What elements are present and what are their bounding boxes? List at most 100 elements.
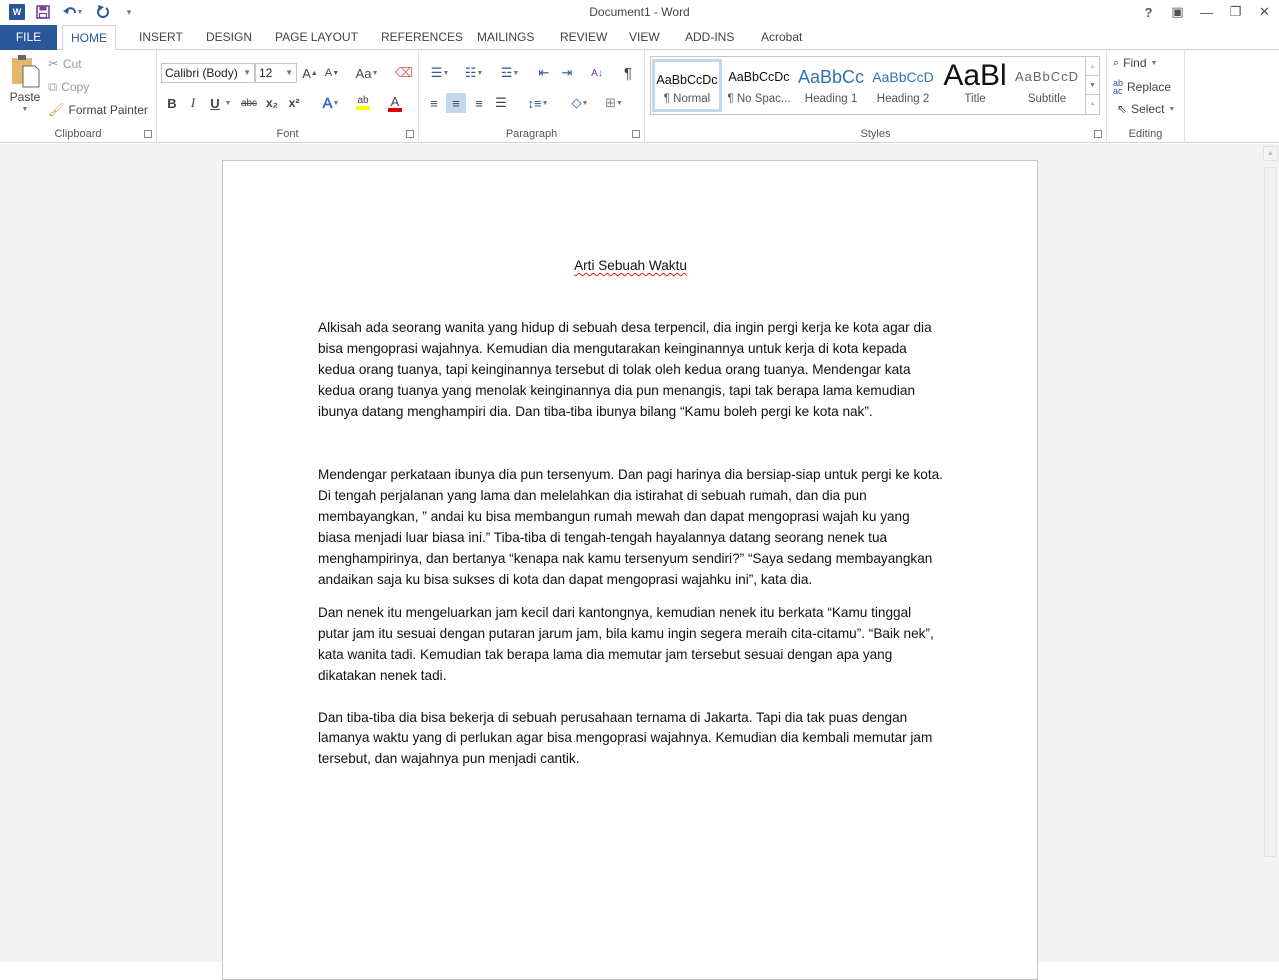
style-preview: AaBbCcDc: [728, 70, 790, 84]
bullets-button[interactable]: ☰ ▼: [425, 63, 455, 83]
style-preview: AaBl: [943, 59, 1007, 92]
close-icon[interactable]: ✕: [1250, 0, 1279, 24]
title-bar: W ▼ ▾ Document1 - Word ? ▣ — ❐ ✕: [0, 0, 1279, 25]
styles-group-label: Styles: [860, 128, 891, 140]
subscript-button[interactable]: x₂: [262, 93, 282, 113]
cursor-arrow-icon: ⇖: [1117, 102, 1128, 116]
clipboard-dialog-launcher-icon[interactable]: [144, 130, 152, 138]
numbering-button[interactable]: ☷ ▼: [459, 63, 489, 83]
italic-button[interactable]: I: [183, 93, 203, 113]
cut-button[interactable]: ✂ Cut: [48, 56, 82, 72]
font-size-dropdown-icon[interactable]: ▼: [285, 64, 293, 82]
paragraph-dialog-launcher-icon[interactable]: [632, 130, 640, 138]
tab-insert[interactable]: INSERT: [131, 25, 191, 50]
document-page[interactable]: Arti Sebuah Waktu Alkisah ada seorang wa…: [222, 160, 1038, 980]
select-dropdown-icon[interactable]: ▼: [1168, 106, 1175, 113]
font-name-dropdown-icon[interactable]: ▼: [243, 64, 251, 82]
style-title[interactable]: AaBl Title: [940, 59, 1010, 112]
font-name-combo[interactable]: Calibri (Body) ▼: [161, 63, 255, 83]
tab-view[interactable]: VIEW: [621, 25, 668, 50]
style-heading-2[interactable]: AaBbCcD Heading 2: [868, 59, 938, 112]
help-icon[interactable]: ?: [1134, 0, 1163, 24]
format-painter-button[interactable]: 🖌 Format Painter: [48, 102, 148, 118]
text-effects-button[interactable]: A ▼: [317, 93, 345, 113]
strikethrough-button[interactable]: abc: [239, 93, 259, 113]
paste-label: Paste: [9, 90, 41, 104]
gallery-scroll-up-icon[interactable]: ▲: [1086, 57, 1099, 76]
line-spacing-icon: ↕≡: [527, 95, 542, 111]
ribbon-display-options-icon[interactable]: ▣: [1163, 0, 1192, 24]
style-label: Subtitle: [1027, 93, 1067, 105]
gallery-scroll-down-icon[interactable]: ▼: [1086, 76, 1099, 95]
tab-mailings[interactable]: MAILINGS: [469, 25, 542, 50]
styles-gallery-scroll: ▲ ▼ ⩡: [1085, 57, 1099, 114]
gallery-more-icon[interactable]: ⩡: [1086, 95, 1099, 114]
justify-icon[interactable]: ☰: [491, 93, 511, 113]
align-left-icon[interactable]: ≡: [424, 93, 444, 113]
font-name-value: Calibri (Body): [165, 66, 238, 80]
shading-button[interactable]: ◇ ▼: [565, 93, 595, 113]
styles-dialog-launcher-icon[interactable]: [1094, 130, 1102, 138]
tab-acrobat[interactable]: Acrobat: [753, 25, 810, 50]
borders-icon: ⊞: [605, 95, 616, 110]
scrollbar-thumb[interactable]: [1264, 167, 1276, 857]
highlight-color-button[interactable]: ab: [349, 93, 377, 113]
sort-icon[interactable]: A↓: [587, 63, 607, 83]
select-button[interactable]: ⇖ Select ▼: [1117, 102, 1175, 116]
replace-icon: ab ac: [1113, 78, 1124, 96]
vertical-scrollbar[interactable]: ▲: [1262, 144, 1279, 962]
tab-design[interactable]: DESIGN: [198, 25, 260, 50]
paste-button[interactable]: Paste ▼: [6, 54, 44, 113]
increase-indent-icon[interactable]: ⇥: [557, 63, 577, 83]
clear-formatting-icon[interactable]: ⌫: [394, 63, 414, 83]
tab-home[interactable]: HOME: [62, 25, 116, 51]
replace-button[interactable]: ab ac Replace: [1113, 78, 1171, 96]
font-color-button[interactable]: A: [381, 93, 409, 113]
superscript-button[interactable]: x²: [284, 93, 304, 113]
tab-add-ins[interactable]: ADD-INS: [677, 25, 742, 50]
multilevel-list-button[interactable]: ☲ ▼: [495, 63, 525, 83]
decrease-indent-icon[interactable]: ⇤: [534, 63, 554, 83]
tab-references[interactable]: REFERENCES: [373, 25, 471, 50]
font-size-combo[interactable]: 12 ▼: [255, 63, 297, 83]
document-body[interactable]: Arti Sebuah Waktu Alkisah ada seorang wa…: [318, 256, 943, 770]
find-dropdown-icon[interactable]: ▼: [1151, 60, 1158, 67]
copy-button[interactable]: ⧉ Copy: [48, 79, 89, 95]
style-preview: AaBbCc: [797, 67, 865, 87]
shrink-font-icon[interactable]: A ▼: [322, 63, 342, 83]
restore-icon[interactable]: ❐: [1221, 0, 1250, 24]
style-no-spacing[interactable]: AaBbCcDc ¶ No Spac...: [724, 59, 794, 112]
line-spacing-button[interactable]: ↕≡ ▼: [523, 93, 553, 113]
show-paragraph-marks-icon[interactable]: ¶: [618, 63, 638, 83]
style-subtitle[interactable]: AaBbCcD Subtitle: [1012, 59, 1082, 112]
align-center-icon[interactable]: ≡: [446, 93, 466, 113]
bold-button[interactable]: B: [162, 93, 182, 113]
font-dialog-launcher-icon[interactable]: [406, 130, 414, 138]
paint-bucket-icon: ◇: [571, 95, 582, 110]
underline-button[interactable]: U: [205, 93, 225, 113]
grow-font-icon[interactable]: A ▲: [300, 63, 320, 83]
minimize-icon[interactable]: —: [1192, 0, 1221, 24]
find-button[interactable]: ⌕ Find ▼: [1113, 56, 1157, 70]
paste-dropdown-icon[interactable]: ▼: [22, 106, 29, 113]
borders-button[interactable]: ⊞ ▼: [599, 93, 629, 113]
scroll-up-icon[interactable]: ▲: [1263, 146, 1278, 161]
cut-label: Cut: [62, 57, 82, 71]
style-heading-1[interactable]: AaBbCc Heading 1: [796, 59, 866, 112]
underline-dropdown-icon[interactable]: ▼: [223, 93, 233, 113]
tab-review[interactable]: REVIEW: [552, 25, 615, 50]
paragraph: Alkisah ada seorang wanita yang hidup di…: [318, 319, 932, 419]
paragraph: Dan tiba-tiba dia bisa bekerja di sebuah…: [318, 709, 933, 767]
paragraph: Mendengar perkataan ibunya dia pun terse…: [318, 467, 943, 587]
clipboard-group: Paste ▼ ✂ Cut ⧉ Copy 🖌 Format Painter Cl…: [0, 50, 157, 143]
style-preview: AaBbCcDc: [656, 73, 718, 87]
align-right-icon[interactable]: ≡: [469, 93, 489, 113]
style-normal[interactable]: AaBbCcDc ¶ Normal: [652, 59, 722, 112]
paragraph-group-label: Paragraph: [505, 128, 558, 140]
ribbon-tabs: FILE HOME INSERT DESIGN PAGE LAYOUT REFE…: [0, 25, 1279, 73]
change-case-button[interactable]: Aa ▼: [352, 63, 382, 83]
copy-label: Copy: [61, 80, 90, 94]
tab-page-layout[interactable]: PAGE LAYOUT: [267, 25, 366, 50]
tab-file[interactable]: FILE: [0, 25, 57, 50]
styles-gallery: AaBbCcDc ¶ Normal AaBbCcDc ¶ No Spac... …: [650, 56, 1100, 115]
